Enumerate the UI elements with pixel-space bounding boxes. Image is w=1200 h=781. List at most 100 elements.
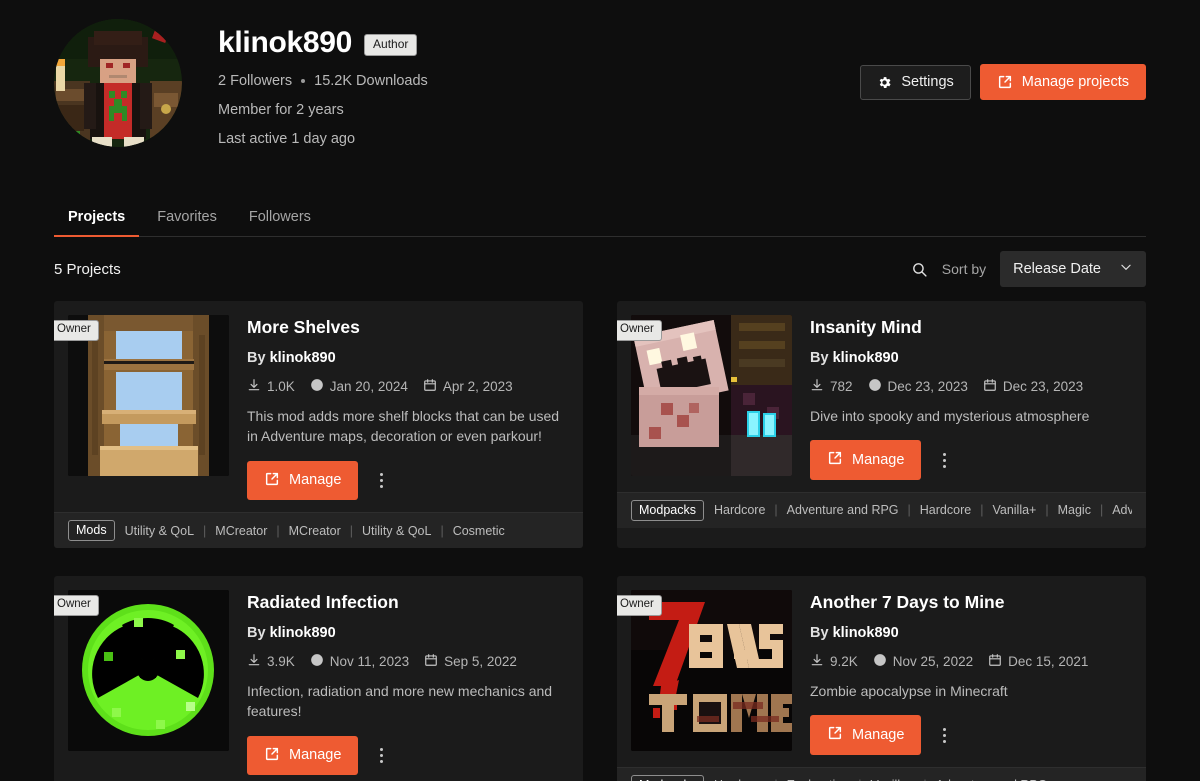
project-card-actions: Manage [810,715,1132,755]
created-stat: Dec 15, 2021 [988,653,1088,670]
updated-value: Jan 20, 2024 [329,379,408,394]
project-card-footer: Modpacks Hardcore| Exploration| Vanilla+… [617,766,1146,781]
tag-separator: | [907,503,911,518]
manage-projects-button[interactable]: Manage projects [979,64,1146,100]
profile-page: klinok890 Author 2 Followers 15.2K Downl… [0,0,1200,781]
project-tag[interactable]: MCreator [215,524,267,538]
downloads-stat: 782 [810,378,853,395]
tag-separator: | [774,503,778,518]
project-tag[interactable]: Cosmetic [453,524,505,538]
project-type-badge[interactable]: Mods [68,520,115,542]
external-link-icon [997,74,1013,90]
project-tag[interactable]: Adventure and RPG [1112,503,1132,517]
project-stats: 782 Dec 23, 2023 Dec 23, 2023 [810,378,1132,395]
calendar-icon [424,653,438,670]
project-tag[interactable]: Utility & QoL [362,524,431,538]
project-card-info: Another 7 Days to Mine By klinok890 9.2K… [810,590,1132,755]
separator-dot-icon [301,79,306,83]
by-label: By [810,625,829,642]
more-options-icon[interactable] [372,467,391,494]
header-actions: Settings Manage projects [860,64,1146,100]
profile-info: klinok890 Author 2 Followers 15.2K Downl… [218,18,428,147]
downloads-stat: 9.2K [810,653,858,670]
avatar[interactable] [54,19,182,147]
project-card-actions: Manage [247,460,569,501]
project-tag[interactable]: MCreator [289,524,341,538]
project-tag-list: Hardcore | Adventure and RPG | Hardcore | V… [714,503,1132,517]
page-title: klinok890 [218,26,353,59]
tag-separator: | [980,503,984,518]
project-author-name[interactable]: klinok890 [833,625,899,641]
project-title[interactable]: More Shelves [247,317,569,338]
sort-dropdown[interactable]: Release Date [1000,251,1146,287]
calendar-icon [983,378,997,395]
author-badge: Author [364,34,418,56]
clock-icon [310,653,324,670]
downloads-value: 3.9K [267,654,295,670]
downloads-stat: 1.0K [247,378,295,395]
project-tag[interactable]: Hardcore [920,503,971,517]
created-value: Apr 2, 2023 [442,379,513,394]
project-card-footer: Mods Utility & QoL | MCreator | MCreator | … [54,512,583,549]
project-author-name[interactable]: klinok890 [270,625,336,641]
project-card-body: Owner [54,576,583,781]
project-tag[interactable]: Adventure and RPG [787,503,899,517]
settings-button[interactable]: Settings [860,64,971,100]
project-card-info: Radiated Infection By klinok890 3.9K Nov… [247,590,569,776]
project-thumbnail-wrap: Owner [54,590,229,775]
sort-by-label: Sort by [941,261,987,277]
project-card[interactable]: Owner [54,301,583,549]
project-card-body: Owner [617,301,1146,492]
updated-stat: Dec 23, 2023 [868,378,968,395]
avatar-image [54,19,182,147]
project-grid: Owner More Shelves By klinok890 1.0K Jan… [54,301,1146,781]
manage-button[interactable]: Manage [810,440,922,480]
project-author-name[interactable]: klinok890 [270,350,336,366]
project-tag[interactable]: Vanilla+ [992,503,1036,517]
more-options-icon[interactable] [372,742,391,769]
project-card[interactable]: Owner [617,301,1146,549]
project-tag[interactable]: Utility & QoL [125,524,194,538]
manage-button[interactable]: Manage [247,735,359,776]
by-label: By [810,350,829,366]
created-value: Dec 15, 2021 [1008,654,1089,670]
project-tag[interactable]: Magic [1058,503,1091,517]
downloads-value: 782 [830,379,853,394]
more-options-icon[interactable] [935,447,954,474]
created-value: Dec 23, 2023 [1002,379,1084,394]
project-title[interactable]: Insanity Mind [810,317,1132,338]
external-link-icon [264,471,280,491]
manage-button[interactable]: Manage [810,715,922,755]
project-type-badge[interactable]: Modpacks [631,774,704,781]
project-type-badge[interactable]: Modpacks [631,499,704,521]
tab-favorites[interactable]: Favorites [143,201,231,237]
project-description: Zombie apocalypse in Minecraft [810,683,1008,700]
profile-header: klinok890 Author 2 Followers 15.2K Downl… [0,0,1200,147]
created-stat: Apr 2, 2023 [423,378,513,395]
project-description: Dive into spooky and mysterious atmosphe… [810,408,1090,424]
last-active: Last active 1 day ago [218,131,356,147]
manage-button-label: Manage [852,726,905,743]
project-card[interactable]: Owner [617,576,1146,781]
project-author-name[interactable]: klinok890 [833,350,899,366]
tab-followers[interactable]: Followers [235,201,325,237]
project-title[interactable]: Radiated Infection [247,592,569,613]
project-title[interactable]: Another 7 Days to Mine [810,592,1132,613]
followers-count: 2 Followers [218,73,293,89]
project-card-actions: Manage [810,440,1132,480]
project-tag[interactable]: Hardcore [714,503,765,517]
tag-separator: | [349,523,353,538]
manage-button[interactable]: Manage [247,460,359,501]
project-author: By klinok890 [810,625,1132,641]
updated-value: Nov 25, 2022 [892,654,974,670]
tab-projects[interactable]: Projects [54,201,140,237]
project-description: This mod adds more shelf blocks that can… [247,408,560,445]
sort-controls: Sort by Release Date [911,251,1146,287]
project-thumbnail-wrap: Owner [54,315,229,500]
search-icon[interactable] [911,261,928,278]
updated-value: Nov 11, 2023 [329,654,410,670]
calendar-icon [988,653,1002,670]
project-card[interactable]: Owner [54,576,583,781]
more-options-icon[interactable] [935,722,954,749]
manage-button-label: Manage [289,472,342,489]
